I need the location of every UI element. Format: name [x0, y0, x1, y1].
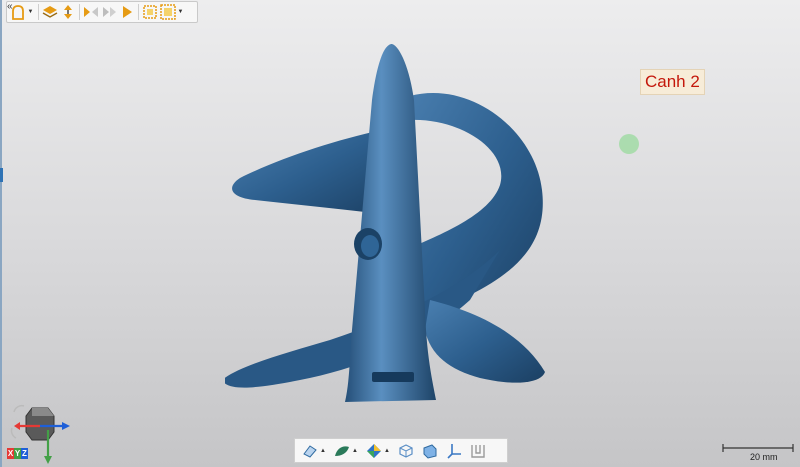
- box-view-icon[interactable]: [397, 442, 415, 460]
- mesh-display-dropdown[interactable]: ▲: [351, 448, 359, 454]
- shaft-hole-inner: [361, 235, 379, 257]
- collapse-toolbar-button[interactable]: «: [7, 2, 17, 14]
- move-icon[interactable]: [59, 3, 76, 21]
- color-display-icon[interactable]: [365, 442, 383, 460]
- x-axis-label: X: [7, 448, 14, 459]
- select-region-icon[interactable]: [141, 3, 158, 21]
- y-axis-label: Y: [14, 448, 21, 459]
- layers-icon[interactable]: [41, 3, 58, 21]
- shaft-base-slot: [372, 372, 414, 382]
- axis-letters: X Y Z: [7, 448, 28, 459]
- z-axis-label: Z: [21, 448, 28, 459]
- axis-view-icon[interactable]: [445, 442, 463, 460]
- play-icon[interactable]: [118, 3, 135, 21]
- view-toolbar: « ▼ ▼: [6, 1, 198, 23]
- toolbar-divider: [138, 4, 139, 20]
- flip-icon[interactable]: [82, 3, 99, 21]
- propeller-model[interactable]: [225, 40, 555, 410]
- selection-shape-dropdown[interactable]: ▼: [27, 3, 34, 21]
- rotate-up-icon: [13, 404, 25, 413]
- section-view-icon[interactable]: [469, 442, 487, 460]
- plane-view-icon[interactable]: [421, 442, 439, 460]
- render-mode-icon[interactable]: [301, 442, 319, 460]
- rotate-left-icon: [10, 427, 17, 439]
- mesh-display-icon[interactable]: [333, 442, 351, 460]
- scale-label: 20 mm: [750, 452, 778, 462]
- left-panel-edge: [0, 0, 2, 467]
- select-all-icon[interactable]: [159, 3, 176, 21]
- left-panel-tab[interactable]: [0, 168, 3, 182]
- toolbar-divider: [38, 4, 39, 20]
- annotation-label[interactable]: Canh 2: [640, 69, 705, 95]
- render-mode-dropdown[interactable]: ▲: [319, 448, 327, 454]
- color-display-dropdown[interactable]: ▲: [383, 448, 391, 454]
- reverse-icon[interactable]: [100, 3, 117, 21]
- blade-lower-right: [425, 300, 545, 383]
- select-dropdown[interactable]: ▼: [177, 3, 184, 21]
- display-toolbar: ▲ ▲ ▲: [294, 438, 508, 463]
- annotation-marker[interactable]: [619, 134, 639, 154]
- toolbar-divider: [79, 4, 80, 20]
